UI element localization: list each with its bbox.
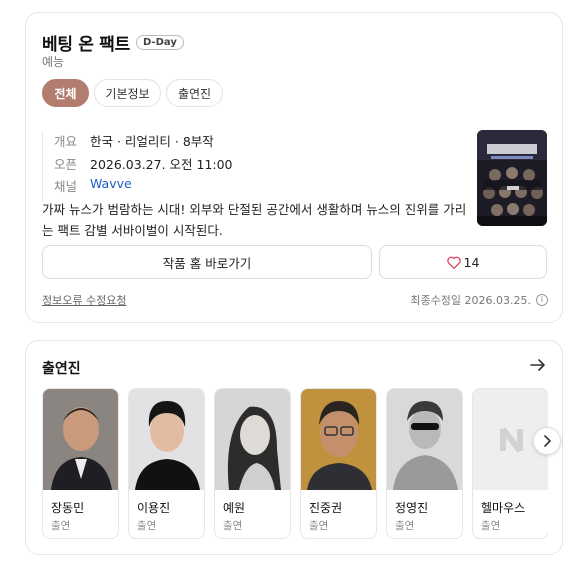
cast-item[interactable]: 헬마우스 출연: [472, 388, 548, 539]
cast-role: 출연: [309, 520, 329, 532]
info-divider: [42, 131, 43, 201]
cast-photo: [301, 389, 376, 490]
overview-row: 개요 한국 · 리얼리티 · 8부작: [54, 131, 214, 150]
cast-name: 장동민: [51, 501, 85, 515]
title-row: 베팅 온 팩트 D-Day: [42, 30, 184, 55]
channel-link[interactable]: Wavve: [90, 176, 132, 195]
cast-role: 출연: [137, 520, 157, 532]
cast-item[interactable]: 진중권 출연: [300, 388, 377, 539]
cast-name: 정영진: [395, 501, 429, 515]
tab-basic-info[interactable]: 기본정보: [94, 79, 161, 107]
poster-art: [477, 130, 547, 226]
heart-icon: [446, 256, 461, 269]
cast-photo: [129, 389, 204, 490]
tab-cast[interactable]: 출연진: [166, 79, 223, 107]
tab-bar: 전체 기본정보 출연진: [42, 79, 223, 107]
cast-role: 출연: [223, 520, 243, 532]
last-modified: 최종수정일 2026.03.25. i: [410, 292, 548, 308]
cast-photo: [387, 389, 462, 490]
channel-row: 채널 Wavve: [54, 176, 132, 195]
tab-all[interactable]: 전체: [42, 79, 89, 107]
cast-card-section: 출연진 장동민 출연 이용진 출연 예원 출연 진중권 출연 정영진 출연 헬마…: [25, 340, 563, 555]
cast-name: 진중권: [309, 501, 343, 515]
overview-key: 개요: [54, 134, 78, 149]
cast-photo: [43, 389, 118, 490]
info-icon[interactable]: i: [536, 294, 548, 306]
report-error-link[interactable]: 정보오류 수정요청: [42, 292, 126, 308]
cast-photo: [215, 389, 290, 490]
cast-name: 헬마우스: [481, 501, 526, 515]
cast-item[interactable]: 이용진 출연: [128, 388, 205, 539]
overview-value: 한국 · 리얼리티 · 8부작: [90, 134, 214, 149]
cast-section-title: 출연진: [42, 361, 81, 377]
cast-name: 예원: [223, 501, 246, 515]
cast-item[interactable]: 장동민 출연: [42, 388, 119, 539]
cast-role: 출연: [481, 520, 501, 532]
cast-item[interactable]: 정영진 출연: [386, 388, 463, 539]
open-value: 2026.03.27. 오전 11:00: [90, 157, 233, 172]
like-button[interactable]: 14: [379, 245, 547, 279]
title-home-button[interactable]: 작품 홈 바로가기: [42, 245, 372, 279]
cast-item[interactable]: 예원 출연: [214, 388, 291, 539]
like-count: 14: [463, 254, 480, 270]
title-home-label: 작품 홈 바로가기: [162, 255, 252, 271]
title-info-card: 베팅 온 팩트 D-Day 예능 전체 기본정보 출연진 개요 한국 · 리얼리…: [25, 12, 563, 323]
cast-list: 장동민 출연 이용진 출연 예원 출연 진중권 출연 정영진 출연 헬마우스 출…: [42, 388, 548, 540]
chevron-right-icon: [544, 435, 551, 447]
poster-image[interactable]: [477, 130, 547, 226]
genre-label: 예능: [42, 55, 65, 69]
last-modified-text: 최종수정일 2026.03.25.: [410, 294, 531, 307]
cast-next-button[interactable]: [533, 427, 561, 455]
arrow-right-icon[interactable]: [528, 355, 548, 375]
page-title: 베팅 온 팩트: [42, 35, 130, 55]
channel-key: 채널: [54, 179, 78, 194]
open-row: 오픈 2026.03.27. 오전 11:00: [54, 154, 233, 173]
description: 가짜 뉴스가 범람하는 시대! 외부와 단절된 공간에서 생활하며 뉴스의 진위…: [42, 202, 467, 238]
cast-role: 출연: [395, 520, 415, 532]
dday-badge: D-Day: [135, 35, 184, 50]
cast-role: 출연: [51, 520, 71, 532]
cast-name: 이용진: [137, 501, 171, 515]
open-key: 오픈: [54, 157, 78, 172]
